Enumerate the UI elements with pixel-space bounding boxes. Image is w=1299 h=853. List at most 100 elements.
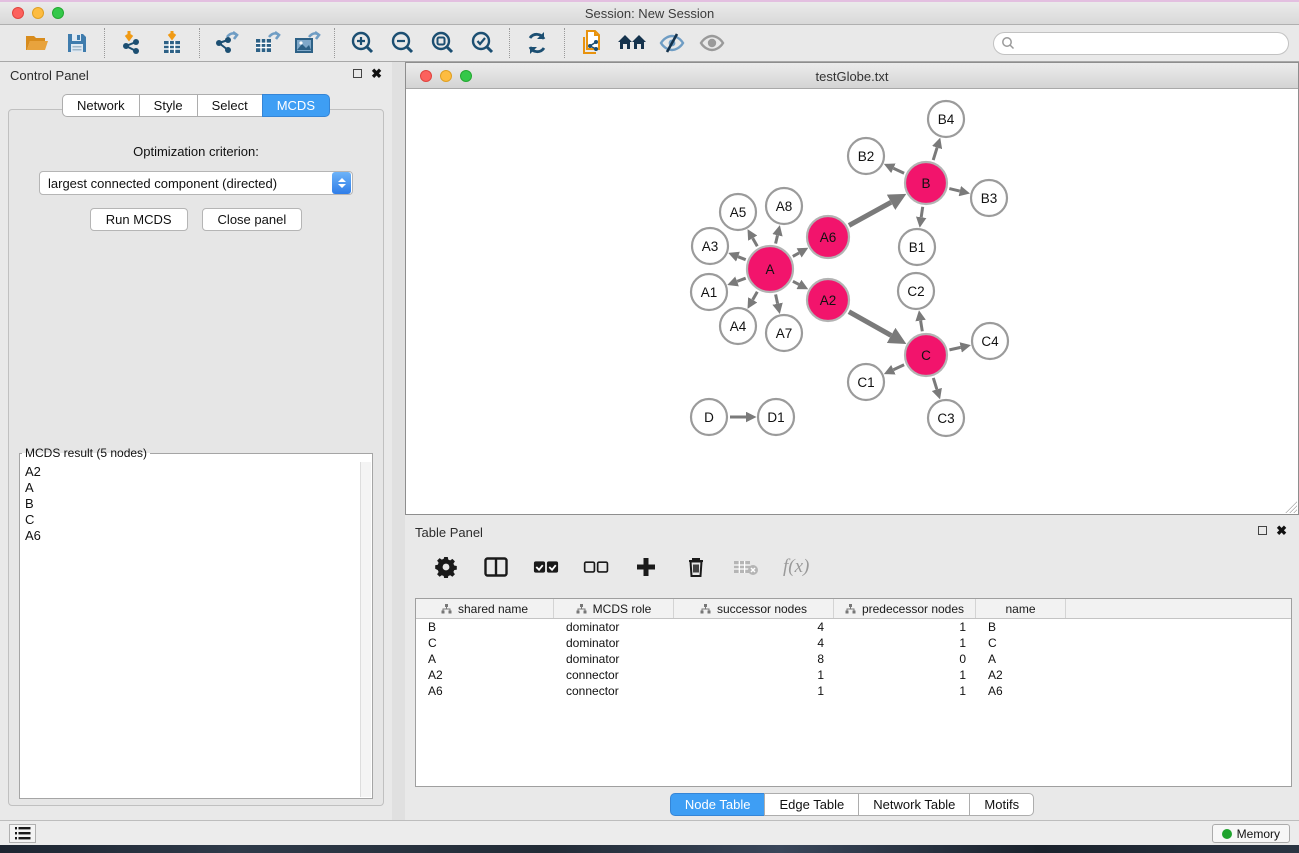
graph-node-label: B4 xyxy=(938,112,955,127)
new-network-from-selection-icon[interactable] xyxy=(577,29,607,57)
open-session-icon[interactable] xyxy=(22,29,52,57)
save-session-icon[interactable] xyxy=(62,29,92,57)
graph-edge[interactable] xyxy=(949,189,960,192)
eye-icon[interactable] xyxy=(697,29,727,57)
tab-motifs[interactable]: Motifs xyxy=(969,793,1034,816)
column-header-mcds-role[interactable]: MCDS role xyxy=(554,599,674,618)
table-row[interactable]: Cdominator41C xyxy=(416,635,1291,651)
home-icon[interactable] xyxy=(617,29,647,57)
search-field[interactable] xyxy=(993,32,1289,55)
status-bar: Memory xyxy=(0,820,1299,845)
select-all-checkboxes-icon[interactable] xyxy=(533,555,559,579)
criterion-selected-value: largest connected component (directed) xyxy=(40,176,331,191)
table-panel-title: Table Panel xyxy=(415,525,483,540)
table-row[interactable]: Bdominator41B xyxy=(416,619,1291,635)
graph-edge[interactable] xyxy=(738,257,746,260)
tab-style[interactable]: Style xyxy=(139,94,197,117)
add-column-icon[interactable] xyxy=(633,555,659,579)
export-network-icon[interactable] xyxy=(212,29,242,57)
close-table-panel-icon[interactable]: ✖ xyxy=(1276,525,1287,536)
result-scrollbar[interactable] xyxy=(360,462,371,797)
graph-node-label: B2 xyxy=(858,149,875,164)
graph-edge[interactable] xyxy=(933,378,937,390)
tab-edge-table[interactable]: Edge Table xyxy=(764,793,858,816)
tab-select[interactable]: Select xyxy=(197,94,262,117)
network-graph: B4B2BB3A8A5A6A3B1AC2A1A2A4A7C4CC1DD1C3 xyxy=(406,89,1298,514)
resize-grip[interactable] xyxy=(1283,499,1297,513)
mcds-result-list: A2 A B C A6 xyxy=(21,462,359,797)
graph-node-label: A6 xyxy=(820,230,837,245)
graph-edge[interactable] xyxy=(737,278,746,281)
graph-edge[interactable] xyxy=(793,253,799,257)
search-input[interactable] xyxy=(1019,36,1279,50)
app-titlebar: Session: New Session xyxy=(0,0,1299,25)
network-window-title: testGlobe.txt xyxy=(406,69,1298,84)
import-table-icon[interactable] xyxy=(157,29,187,57)
close-panel-button[interactable]: Close panel xyxy=(202,208,303,231)
delete-table-icon[interactable] xyxy=(733,555,759,579)
graph-edge[interactable] xyxy=(776,235,778,243)
import-network-icon[interactable] xyxy=(117,29,147,57)
zoom-in-icon[interactable] xyxy=(347,29,377,57)
result-item[interactable]: C xyxy=(25,512,355,528)
result-item[interactable]: A6 xyxy=(25,528,355,544)
column-header-successor-nodes[interactable]: successor nodes xyxy=(674,599,834,618)
zoom-out-icon[interactable] xyxy=(387,29,417,57)
graph-node-label: C xyxy=(921,348,931,363)
main-area: Control Panel ✖ Network Style Select MCD… xyxy=(0,62,1299,820)
graph-edge[interactable] xyxy=(849,312,891,336)
tab-node-table[interactable]: Node Table xyxy=(670,793,765,816)
column-header-shared-name[interactable]: shared name xyxy=(416,599,554,618)
panel-splitter[interactable] xyxy=(392,62,405,820)
network-canvas[interactable]: B4B2BB3A8A5A6A3B1AC2A1A2A4A7C4CC1DD1C3 xyxy=(406,89,1298,514)
tab-network-table[interactable]: Network Table xyxy=(858,793,969,816)
float-panel-icon[interactable] xyxy=(353,69,362,78)
table-row[interactable]: A2connector11A2 xyxy=(416,667,1291,683)
criterion-select[interactable]: largest connected component (directed) xyxy=(39,171,353,195)
column-type-icon xyxy=(576,604,587,614)
graph-node-label: B3 xyxy=(981,191,998,206)
graph-node-label: A4 xyxy=(730,319,747,334)
graph-edge[interactable] xyxy=(949,347,960,350)
graph-edge[interactable] xyxy=(776,294,778,303)
refresh-icon[interactable] xyxy=(522,29,552,57)
result-item[interactable]: B xyxy=(25,496,355,512)
run-mcds-button[interactable]: Run MCDS xyxy=(90,208,188,231)
column-header-predecessor-nodes[interactable]: predecessor nodes xyxy=(834,599,976,618)
graph-edge[interactable] xyxy=(893,168,904,173)
graph-edge[interactable] xyxy=(921,207,923,218)
eye-slash-icon[interactable] xyxy=(657,29,687,57)
deselect-all-checkboxes-icon[interactable] xyxy=(583,555,609,579)
graph-edge[interactable] xyxy=(753,238,758,246)
trash-icon[interactable] xyxy=(683,555,709,579)
result-item[interactable]: A xyxy=(25,480,355,496)
table-row[interactable]: A6connector11A6 xyxy=(416,683,1291,699)
result-item[interactable]: A2 xyxy=(25,464,355,480)
table-row[interactable]: Adominator80A xyxy=(416,651,1291,667)
task-history-icon[interactable] xyxy=(9,824,36,843)
gear-icon[interactable] xyxy=(433,555,459,579)
graph-edge[interactable] xyxy=(793,281,799,284)
tab-mcds[interactable]: MCDS xyxy=(262,94,330,117)
float-table-panel-icon[interactable] xyxy=(1258,526,1267,535)
graph-edge[interactable] xyxy=(893,365,904,370)
column-type-icon xyxy=(441,604,452,614)
graph-node-label: A8 xyxy=(776,199,793,214)
export-image-icon[interactable] xyxy=(292,29,322,57)
split-view-icon[interactable] xyxy=(483,555,509,579)
zoom-selected-icon[interactable] xyxy=(467,29,497,57)
tab-network[interactable]: Network xyxy=(62,94,139,117)
graph-edge[interactable] xyxy=(921,321,923,332)
column-header-name[interactable]: name xyxy=(976,599,1066,618)
export-table-icon[interactable] xyxy=(252,29,282,57)
app-title: Session: New Session xyxy=(0,6,1299,21)
graph-edge[interactable] xyxy=(753,292,758,300)
mcds-result-box: MCDS result (5 nodes) A2 A B C A6 xyxy=(19,446,373,799)
memory-button[interactable]: Memory xyxy=(1212,824,1290,843)
close-panel-icon[interactable]: ✖ xyxy=(371,68,382,79)
graph-edge[interactable] xyxy=(933,148,937,161)
graph-node-label: C1 xyxy=(857,375,874,390)
function-builder-icon[interactable]: f(x) xyxy=(783,556,809,578)
zoom-fit-icon[interactable] xyxy=(427,29,457,57)
graph-edge[interactable] xyxy=(849,202,891,225)
